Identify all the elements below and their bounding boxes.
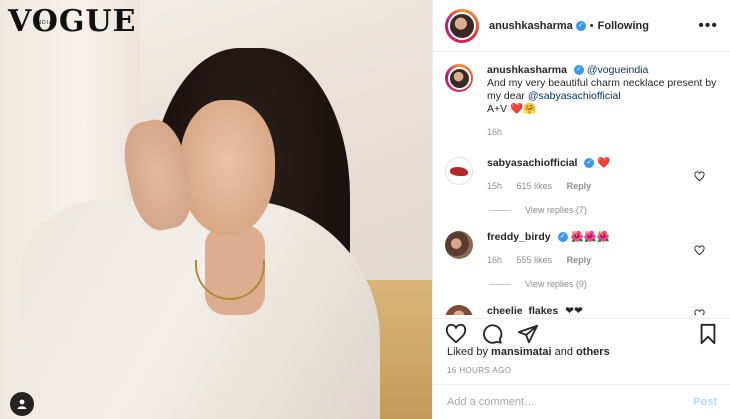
caption-text-2: A+V ❤️🤗 xyxy=(487,103,537,115)
likes-others[interactable]: others xyxy=(576,346,610,358)
reply-button[interactable]: Reply xyxy=(567,181,592,191)
comment-item: sabyasachiofficial ✓ ❤️ 15h 615 likes Rep… xyxy=(433,153,730,193)
post-timestamp[interactable]: 16 HOURS AGO xyxy=(447,366,511,375)
comment-input[interactable] xyxy=(447,396,694,408)
verified-icon: ✓ xyxy=(584,158,595,169)
avatar[interactable] xyxy=(445,157,473,185)
likes-prefix: Liked by xyxy=(447,346,488,358)
divider xyxy=(489,209,511,211)
avatar[interactable] xyxy=(445,64,473,92)
verified-icon: ✓ xyxy=(557,232,568,243)
photo-coat xyxy=(20,200,380,419)
avatar[interactable] xyxy=(445,8,479,43)
vogue-logo: VOGUE xyxy=(8,4,137,39)
post-photo[interactable]: VOGUE INDIA xyxy=(0,0,432,419)
bookmark-icon[interactable] xyxy=(697,323,719,345)
mention-link[interactable]: @vogueindia xyxy=(587,64,648,76)
like-comment-heart-icon[interactable] xyxy=(694,309,705,315)
view-replies-label[interactable]: View replies (7) xyxy=(525,205,587,215)
share-icon[interactable] xyxy=(517,323,539,345)
avatar[interactable] xyxy=(445,231,473,259)
comment-likes[interactable]: 555 likes xyxy=(517,255,553,265)
comment-item: freddy_birdy ✓ 🌺🌺🌺 16h 555 likes Reply xyxy=(433,227,730,267)
avatar[interactable] xyxy=(445,305,473,315)
comment-username[interactable]: sabyasachiofficial xyxy=(487,157,577,169)
verified-icon: ✓ xyxy=(575,20,586,31)
like-heart-icon[interactable] xyxy=(445,323,467,345)
header-separator: • xyxy=(589,19,594,32)
comments-list[interactable]: anushkasharma ✓ @vogueindia And my very b… xyxy=(433,60,730,315)
view-replies[interactable]: View replies (9) xyxy=(489,279,730,289)
comment-text: ❤❤ xyxy=(565,305,583,315)
caption: anushkasharma ✓ @vogueindia And my very b… xyxy=(433,60,730,139)
comment-time[interactable]: 15h xyxy=(487,181,502,191)
header-username[interactable]: anushkasharma xyxy=(489,20,573,32)
likes-and: and xyxy=(554,346,573,358)
action-bar xyxy=(433,318,730,348)
mention-link[interactable]: @sabyasachiofficial xyxy=(528,90,621,102)
comment-text: 🌺🌺🌺 xyxy=(570,231,610,243)
verified-icon: ✓ xyxy=(573,65,584,76)
photo-face xyxy=(180,100,275,235)
liked-by-user[interactable]: mansimatai xyxy=(491,346,552,358)
add-comment-bar: Post xyxy=(433,384,730,419)
comment-item: cheelie_flakes ❤❤ xyxy=(433,301,730,315)
post-header: anushkasharma ✓ • Following ••• xyxy=(433,0,730,52)
post-button[interactable]: Post xyxy=(693,396,717,408)
view-replies-label[interactable]: View replies (9) xyxy=(525,279,587,289)
comment-icon[interactable] xyxy=(481,323,503,345)
likes-summary: Liked by mansimatai and others xyxy=(447,346,610,358)
caption-time[interactable]: 16h xyxy=(487,127,502,137)
user-icon xyxy=(17,399,27,409)
view-replies[interactable]: View replies (7) xyxy=(489,205,730,215)
comment-username[interactable]: freddy_birdy xyxy=(487,231,551,243)
like-comment-heart-icon[interactable] xyxy=(694,245,705,256)
following-button[interactable]: Following xyxy=(598,20,649,32)
reply-button[interactable]: Reply xyxy=(567,255,592,265)
comment-username[interactable]: cheelie_flakes xyxy=(487,305,558,315)
comment-text: ❤️ xyxy=(597,157,611,169)
like-comment-heart-icon[interactable] xyxy=(694,171,705,182)
tagged-users-button[interactable] xyxy=(10,392,34,416)
caption-username[interactable]: anushkasharma xyxy=(487,64,567,76)
post-panel: anushkasharma ✓ • Following ••• anushkas… xyxy=(432,0,730,419)
comment-time[interactable]: 16h xyxy=(487,255,502,265)
divider xyxy=(489,283,511,285)
more-options-icon[interactable]: ••• xyxy=(698,17,718,35)
comment-likes[interactable]: 615 likes xyxy=(517,181,553,191)
vogue-logo-sub: INDIA xyxy=(35,20,54,26)
